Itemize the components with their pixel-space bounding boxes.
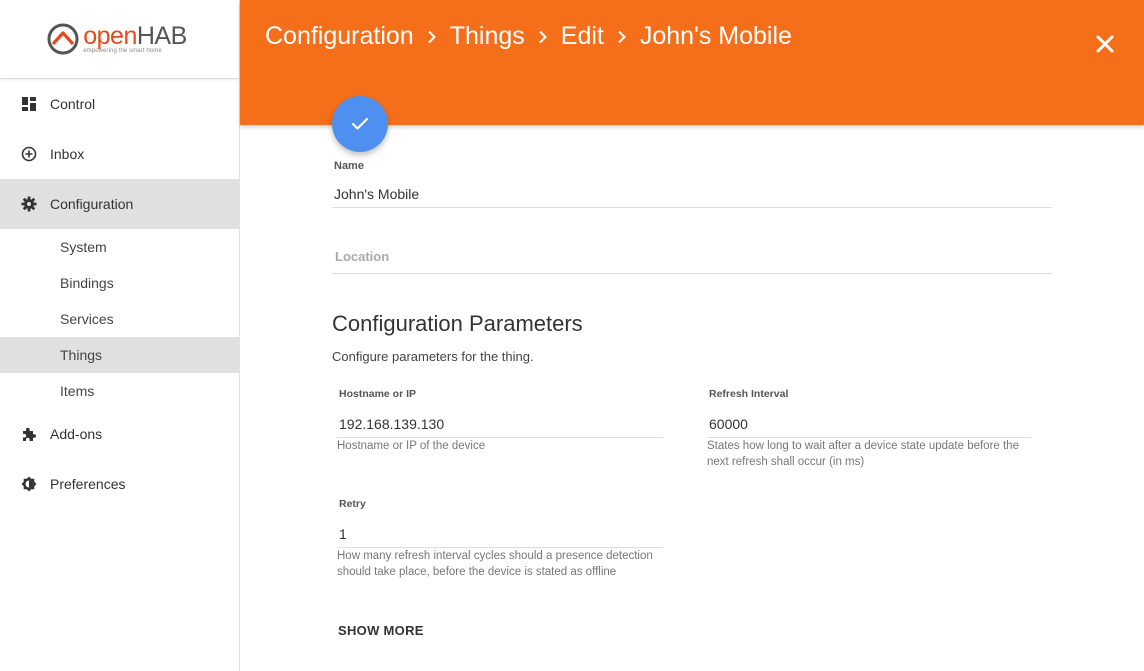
sidebar-subitem-label: Bindings bbox=[60, 275, 114, 291]
breadcrumb-things[interactable]: Things bbox=[450, 22, 525, 51]
refresh-interval-input[interactable]: 60000 bbox=[709, 416, 748, 432]
sidebar-item-preferences[interactable]: Preferences bbox=[0, 459, 239, 509]
sidebar-subitem-bindings[interactable]: Bindings bbox=[0, 265, 239, 301]
sidebar-item-label: Inbox bbox=[50, 146, 85, 162]
sidebar-item-label: Add-ons bbox=[50, 426, 103, 442]
hostname-label: Hostname or IP bbox=[339, 388, 417, 400]
sidebar-item-configuration[interactable]: Configuration bbox=[0, 179, 239, 229]
add-circle-icon bbox=[21, 146, 37, 162]
retry-input[interactable]: 1 bbox=[339, 526, 347, 542]
location-underline bbox=[332, 273, 1052, 274]
config-section-title: Configuration Parameters bbox=[332, 311, 583, 336]
sidebar-subitem-label: Services bbox=[60, 311, 114, 327]
sidebar-item-label: Control bbox=[50, 96, 96, 112]
brightness-icon bbox=[21, 476, 37, 492]
logo-open-text: open bbox=[83, 22, 137, 50]
check-icon bbox=[351, 117, 369, 130]
gear-icon bbox=[21, 196, 37, 212]
logo-tagline: empowering the smart home bbox=[83, 48, 162, 54]
sidebar: openHAB empowering the smart home Contro… bbox=[0, 0, 240, 671]
sidebar-subitem-label: System bbox=[60, 239, 107, 255]
name-label: Name bbox=[334, 160, 364, 172]
close-button[interactable] bbox=[1094, 33, 1116, 55]
retry-help-line2: should take place, before the device is … bbox=[337, 566, 617, 578]
sidebar-nav: Control Inbox Configuration System Bindi… bbox=[0, 79, 239, 509]
sidebar-subitem-system[interactable]: System bbox=[0, 229, 239, 265]
chevron-right-icon bbox=[427, 30, 437, 44]
breadcrumb-current: John's Mobile bbox=[639, 22, 792, 50]
breadcrumb-configuration[interactable]: Configuration bbox=[265, 22, 414, 51]
sidebar-subitem-services[interactable]: Services bbox=[0, 301, 239, 337]
retry-label: Retry bbox=[339, 498, 366, 510]
logo[interactable]: openHAB empowering the smart home bbox=[0, 0, 239, 79]
retry-help-line1: How many refresh interval cycles should … bbox=[337, 550, 653, 562]
puzzle-icon bbox=[21, 426, 37, 442]
chevron-right-icon bbox=[617, 30, 627, 44]
openhab-logo-icon bbox=[47, 23, 79, 55]
save-button[interactable] bbox=[332, 96, 388, 152]
name-input[interactable]: John's Mobile bbox=[334, 186, 419, 202]
close-icon bbox=[1096, 35, 1114, 53]
hostname-input[interactable]: 192.168.139.130 bbox=[339, 416, 444, 432]
location-input[interactable]: Location bbox=[335, 249, 389, 264]
sidebar-item-addons[interactable]: Add-ons bbox=[0, 409, 239, 459]
refresh-interval-help-line2: next refresh shall occur (in ms) bbox=[707, 456, 865, 468]
sidebar-item-control[interactable]: Control bbox=[0, 79, 239, 129]
sidebar-subitem-label: Items bbox=[60, 383, 95, 399]
breadcrumb: Configuration Things Edit John's Mobile bbox=[265, 22, 792, 51]
chevron-right-icon bbox=[538, 30, 548, 44]
sidebar-item-label: Preferences bbox=[50, 476, 126, 492]
show-more-button[interactable]: SHOW MORE bbox=[338, 623, 424, 638]
sidebar-subitem-label: Things bbox=[60, 347, 103, 363]
name-underline bbox=[332, 207, 1052, 208]
config-section-description: Configure parameters for the thing. bbox=[332, 349, 534, 364]
sidebar-subitem-things[interactable]: Things bbox=[0, 337, 239, 373]
hostname-help: Hostname or IP of the device bbox=[337, 440, 486, 452]
sidebar-item-inbox[interactable]: Inbox bbox=[0, 129, 239, 179]
sidebar-subitem-items[interactable]: Items bbox=[0, 373, 239, 409]
sidebar-item-label: Configuration bbox=[50, 196, 134, 212]
breadcrumb-edit[interactable]: Edit bbox=[561, 22, 604, 51]
refresh-interval-label: Refresh Interval bbox=[709, 388, 789, 400]
dashboard-icon bbox=[21, 96, 37, 112]
logo-hab-text: HAB bbox=[136, 22, 187, 50]
refresh-interval-help-line1: States how long to wait after a device s… bbox=[707, 440, 1019, 452]
